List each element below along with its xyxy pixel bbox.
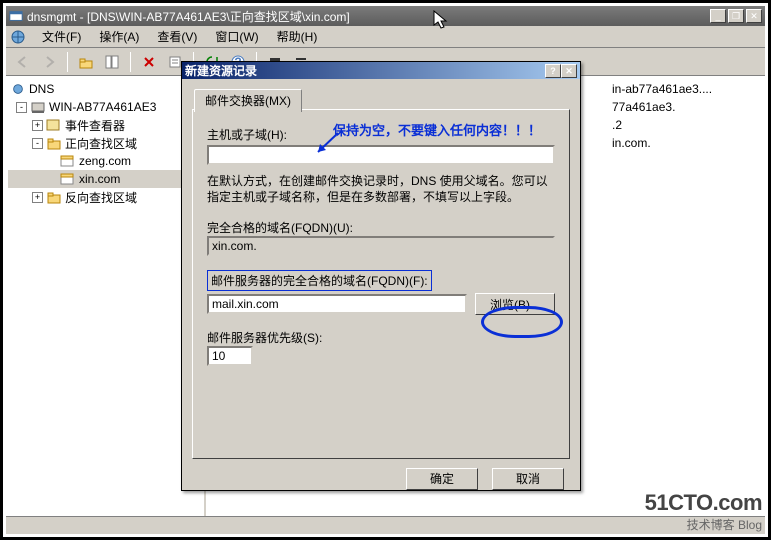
up-button[interactable]: [75, 51, 97, 73]
tree-label: zeng.com: [79, 154, 131, 168]
mailfqdn-input[interactable]: [207, 294, 467, 314]
menu-window[interactable]: 窗口(W): [207, 26, 266, 47]
tree-toggle-icon[interactable]: -: [16, 102, 27, 113]
tab-panel: 主机或子域(H): 保持为空，不要键入任何内容！！！ 在默认方式，在创建邮件交换…: [192, 109, 570, 459]
dialog-footer: 确定 取消: [182, 467, 580, 490]
forward-button: [38, 51, 60, 73]
menu-action[interactable]: 操作(A): [91, 26, 147, 47]
record-text: in-ab77a461ae3....: [612, 80, 759, 98]
tree-forward-zone[interactable]: - 正向查找区域: [8, 134, 202, 152]
tree-label: 事件查看器: [65, 117, 125, 134]
show-hide-button[interactable]: [101, 51, 123, 73]
close-button[interactable]: ✕: [746, 9, 762, 23]
delete-button[interactable]: [138, 51, 160, 73]
dialog-titlebar: 新建资源记录 ? ✕: [182, 62, 580, 79]
fqdn-input: [207, 236, 555, 256]
tree-zone-xin[interactable]: xin.com: [8, 170, 202, 188]
tree-root-dns[interactable]: DNS: [8, 80, 202, 98]
app-icon: [9, 9, 23, 23]
fqdn-label: 完全合格的域名(FQDN)(U):: [207, 219, 555, 236]
tree-toggle-icon[interactable]: +: [32, 120, 43, 131]
tree-label: DNS: [29, 82, 54, 96]
tree-label: WIN-AB77A461AE3: [49, 100, 156, 114]
tree-server[interactable]: - WIN-AB77A461AE3: [8, 98, 202, 116]
ok-button[interactable]: 确定: [406, 468, 478, 490]
priority-label: 邮件服务器优先级(S):: [207, 329, 555, 346]
cancel-button[interactable]: 取消: [492, 468, 564, 490]
tree-pane[interactable]: DNS - WIN-AB77A461AE3 + 事件查看器 - 正向查找区域 z…: [6, 76, 206, 516]
titlebar: dnsmgmt - [DNS\WIN-AB77A461AE3\正向查找区域\xi…: [6, 6, 765, 26]
description-text: 在默认方式，在创建邮件交换记录时，DNS 使用父域名。您可以指定主机或子域名称，…: [207, 173, 555, 205]
status-bar: [6, 516, 765, 534]
tree-label: xin.com: [79, 172, 120, 186]
menu-view[interactable]: 查看(V): [149, 26, 205, 47]
window-title: dnsmgmt - [DNS\WIN-AB77A461AE3\正向查找区域\xi…: [27, 8, 710, 25]
menubar: 文件(F) 操作(A) 查看(V) 窗口(W) 帮助(H): [6, 26, 765, 48]
mailfqdn-label: 邮件服务器的完全合格的域名(FQDN)(F):: [207, 270, 432, 291]
record-text: in.com.: [612, 134, 759, 152]
tree-toggle-icon[interactable]: -: [32, 138, 43, 149]
tree-toggle-icon[interactable]: +: [32, 192, 43, 203]
tree-label: 反向查找区域: [65, 189, 137, 206]
tree-eventviewer[interactable]: + 事件查看器: [8, 116, 202, 134]
tree-label: 正向查找区域: [65, 135, 137, 152]
record-text: 77a461ae3.: [612, 98, 759, 116]
dns-icon: [10, 29, 26, 45]
back-button: [12, 51, 34, 73]
dialog-help-button[interactable]: ?: [545, 64, 561, 78]
dialog-close-button[interactable]: ✕: [561, 64, 577, 78]
annotation-text: 保持为空，不要键入任何内容！！！: [333, 120, 543, 139]
new-record-dialog: 新建资源记录 ? ✕ 邮件交换器(MX) 主机或子域(H): 保持为空，不要键入…: [181, 61, 581, 491]
dialog-title: 新建资源记录: [185, 62, 545, 79]
tree-reverse-zone[interactable]: + 反向查找区域: [8, 188, 202, 206]
browse-button[interactable]: 浏览(B)...: [475, 293, 555, 315]
minimize-button[interactable]: _: [710, 9, 726, 23]
menu-help[interactable]: 帮助(H): [269, 26, 326, 47]
record-text: .2: [612, 116, 759, 134]
host-input[interactable]: [207, 145, 555, 165]
tab-mx[interactable]: 邮件交换器(MX): [194, 89, 302, 112]
priority-input[interactable]: [207, 346, 253, 366]
maximize-button[interactable]: ❐: [728, 9, 744, 23]
cursor-icon: [433, 10, 449, 32]
tree-zone-zeng[interactable]: zeng.com: [8, 152, 202, 170]
menu-file[interactable]: 文件(F): [34, 26, 89, 47]
